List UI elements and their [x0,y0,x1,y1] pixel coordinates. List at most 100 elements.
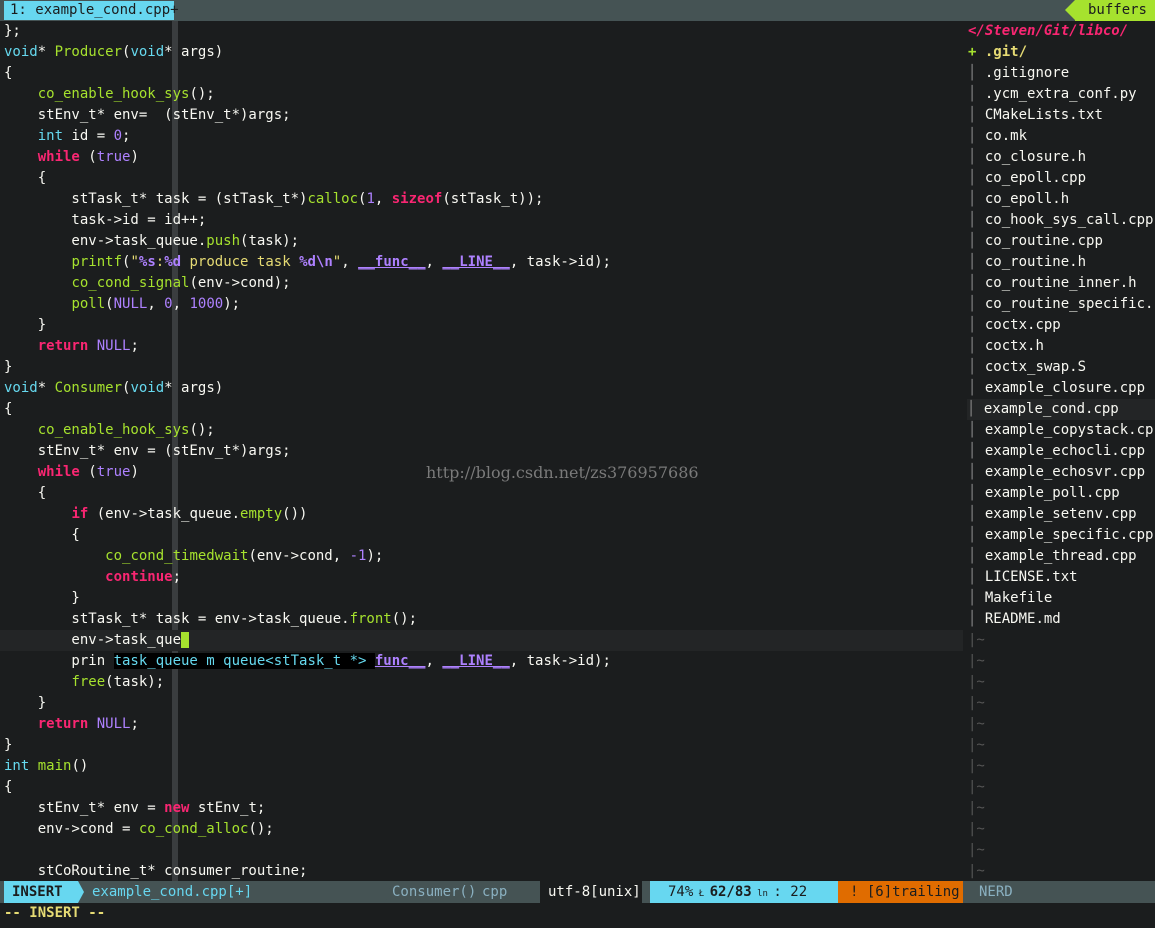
code-line[interactable]: stTask_t* task = env->task_queue.front()… [4,609,417,630]
code-line[interactable]: printf("%s:%d produce task %d\n", __func… [4,252,611,273]
tree-file[interactable]: │ example_setenv.cpp [968,504,1137,525]
tab-bar: 1: example_cond.cpp+ buffers [0,0,1155,21]
code-line[interactable]: while (true) [4,147,139,168]
tree-file[interactable]: │ CMakeLists.txt [968,105,1103,126]
tab-example-cond[interactable]: 1: example_cond.cpp+ [4,1,179,20]
status-filetype: cpp [482,884,508,900]
code-line[interactable]: stEnv_t* env = new stEnv_t; [4,798,266,819]
tree-file[interactable]: │ co_hook_sys_call.cpp [968,210,1153,231]
code-line[interactable]: prin task_queue m queue<stTask_t *> func… [4,651,611,672]
code-line[interactable]: } [4,693,46,714]
code-line[interactable]: continue; [4,567,181,588]
empty-line-marker: |~ [968,737,985,753]
empty-line-marker: |~ [968,758,985,774]
code-line[interactable]: stCoRoutine_t* consumer_routine; [4,861,308,881]
tree-file-label: example_echosvr.cpp [984,464,1146,480]
code-line[interactable]: } [4,357,12,378]
tree-file[interactable]: │ example_thread.cpp [968,546,1137,567]
command-line[interactable]: -- INSERT -- [4,903,105,924]
empty-line-marker: |~ [968,632,985,648]
text-cursor [181,632,190,648]
tree-dir-label: .git/ [984,44,1028,60]
code-line[interactable]: { [4,483,46,504]
tree-file[interactable]: │ co_epoll.h [968,189,1069,210]
code-line[interactable]: { [4,168,46,189]
code-line[interactable]: if (env->task_queue.empty()) [4,504,307,525]
tree-file[interactable]: │ coctx.h [968,336,1044,357]
code-line[interactable]: poll(NULL, 0, 1000); [4,294,240,315]
code-line[interactable]: stTask_t* task = (stTask_t*)calloc(1, si… [4,189,543,210]
tree-file-label: co.mk [984,128,1028,144]
tree-file-label: example_copystack.cp [984,422,1154,438]
code-line[interactable]: int id = 0; [4,126,131,147]
code-line[interactable]: env->task_que [0,630,963,651]
tree-file[interactable]: │ .ycm_extra_conf.py [968,84,1137,105]
tree-file[interactable]: │ co.mk [968,126,1027,147]
empty-line-marker: |~ [968,779,985,795]
tree-file[interactable]: │ co_routine.h [968,252,1086,273]
code-line[interactable]: } [4,588,79,609]
tree-file[interactable]: │ co_routine_inner.h [968,273,1137,294]
tree-file[interactable]: │ example_cond.cpp [967,399,1155,420]
code-line[interactable]: co_cond_timedwait(env->cond, -1); [4,546,383,567]
code-line[interactable]: { [4,399,12,420]
tree-file[interactable]: │ co_routine_specific. [968,294,1153,315]
tree-file[interactable]: │ example_echocli.cpp [968,441,1145,462]
code-line[interactable]: co_cond_signal(env->cond); [4,273,290,294]
code-line[interactable]: { [4,525,79,546]
tree-file[interactable]: │ example_specific.cpp [968,525,1153,546]
tree-file[interactable]: │ example_echosvr.cpp [968,462,1145,483]
code-line[interactable]: co_enable_hook_sys(); [4,420,215,441]
code-line[interactable]: void* Consumer(void* args) [4,378,223,399]
code-line[interactable]: }; [4,21,21,42]
file-tree[interactable]: </Steven/Git/libco/+ .git/│ .gitignore │ … [963,21,1155,881]
code-line[interactable]: co_enable_hook_sys(); [4,84,215,105]
tree-file[interactable]: │ co_closure.h [968,147,1086,168]
code-line[interactable]: free(task); [4,672,164,693]
tree-file-label: .ycm_extra_conf.py [984,86,1137,102]
code-line[interactable]: int main() [4,756,88,777]
tree-file-label: example_thread.cpp [984,548,1137,564]
code-editor[interactable]: }; void* Producer(void* args){ co_enable_… [0,21,963,881]
code-line[interactable]: task->id = id++; [4,210,206,231]
tree-dir-git[interactable]: + .git/ [968,42,1027,63]
tree-file[interactable]: │ coctx.cpp [968,315,1061,336]
code-line[interactable]: } [4,315,46,336]
tree-file-label: coctx.h [984,338,1044,354]
empty-line-marker: |~ [968,863,985,879]
buffers-button[interactable]: buffers [1065,0,1155,21]
tree-file[interactable]: │ Makefile [968,588,1052,609]
tree-file[interactable]: │ example_closure.cpp [968,378,1145,399]
completion-popup[interactable]: task_queue m queue<stTask_t *> [113,653,375,669]
tree-file[interactable]: │ README.md [968,609,1061,630]
code-line[interactable]: { [4,777,12,798]
tree-root[interactable]: </Steven/Git/libco/ [968,21,1128,42]
empty-line-marker: |~ [968,695,985,711]
empty-line-marker: |~ [968,716,985,732]
tree-file[interactable]: │ .gitignore [968,63,1069,84]
tree-file-label: co_hook_sys_call.cpp [984,212,1154,228]
code-line[interactable]: stEnv_t* env = (stEnv_t*)args; [4,441,291,462]
code-line[interactable]: void* Producer(void* args) [4,42,223,63]
tree-file[interactable]: │ LICENSE.txt [968,567,1078,588]
code-line[interactable]: env->cond = co_cond_alloc(); [4,819,274,840]
code-line[interactable]: { [4,63,12,84]
tree-file[interactable]: │ co_routine.cpp [968,231,1103,252]
tree-file[interactable]: │ co_epoll.cpp [968,168,1086,189]
status-warning: ! [6]trailing [838,881,963,903]
code-line[interactable]: } [4,735,12,756]
watermark: http://blog.csdn.net/zs376957686 [426,463,699,482]
code-line[interactable]: return NULL; [4,336,139,357]
tree-file[interactable]: │ example_copystack.cp [968,420,1153,441]
mode-indicator: INSERT [4,881,78,903]
tree-file[interactable]: │ example_poll.cpp [968,483,1120,504]
tree-file-label: co_epoll.h [984,191,1070,207]
code-line[interactable]: while (true) [4,462,139,483]
code-line[interactable]: stEnv_t* env= (stEnv_t*)args; [4,105,291,126]
code-line[interactable]: return NULL; [4,714,139,735]
folder-collapsed-icon: + [968,44,977,60]
code-line[interactable]: env->task_queue.push(task); [4,231,299,252]
tree-file-label: coctx.cpp [984,317,1061,333]
tree-file[interactable]: │ coctx_swap.S [968,357,1086,378]
tree-file-label: example_setenv.cpp [984,506,1137,522]
